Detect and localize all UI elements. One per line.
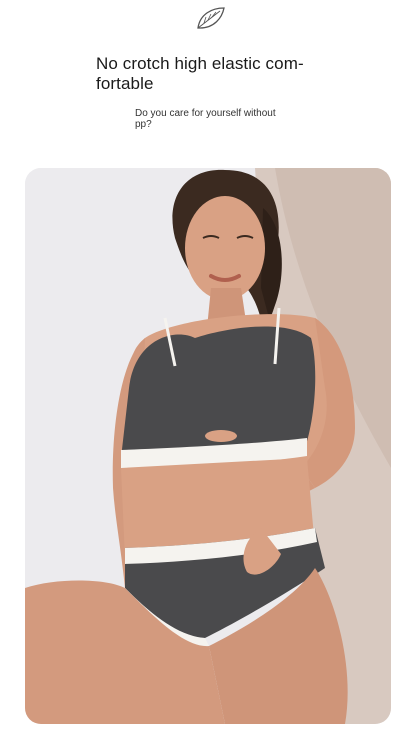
model-photo — [25, 168, 391, 724]
page-title: No crotch high elastic com- fortable — [96, 54, 304, 93]
leaf-icon — [197, 7, 225, 29]
page-subtitle: Do you care for yourself without pp? — [135, 108, 276, 130]
